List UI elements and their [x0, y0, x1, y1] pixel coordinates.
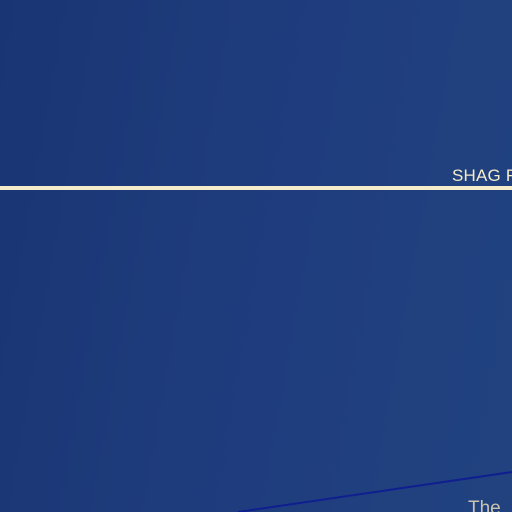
- horizontal-rule: [0, 186, 512, 190]
- diagonal-divider: [237, 471, 512, 512]
- header-title: SHAG F: [452, 166, 512, 185]
- body-heading: The: [468, 498, 501, 512]
